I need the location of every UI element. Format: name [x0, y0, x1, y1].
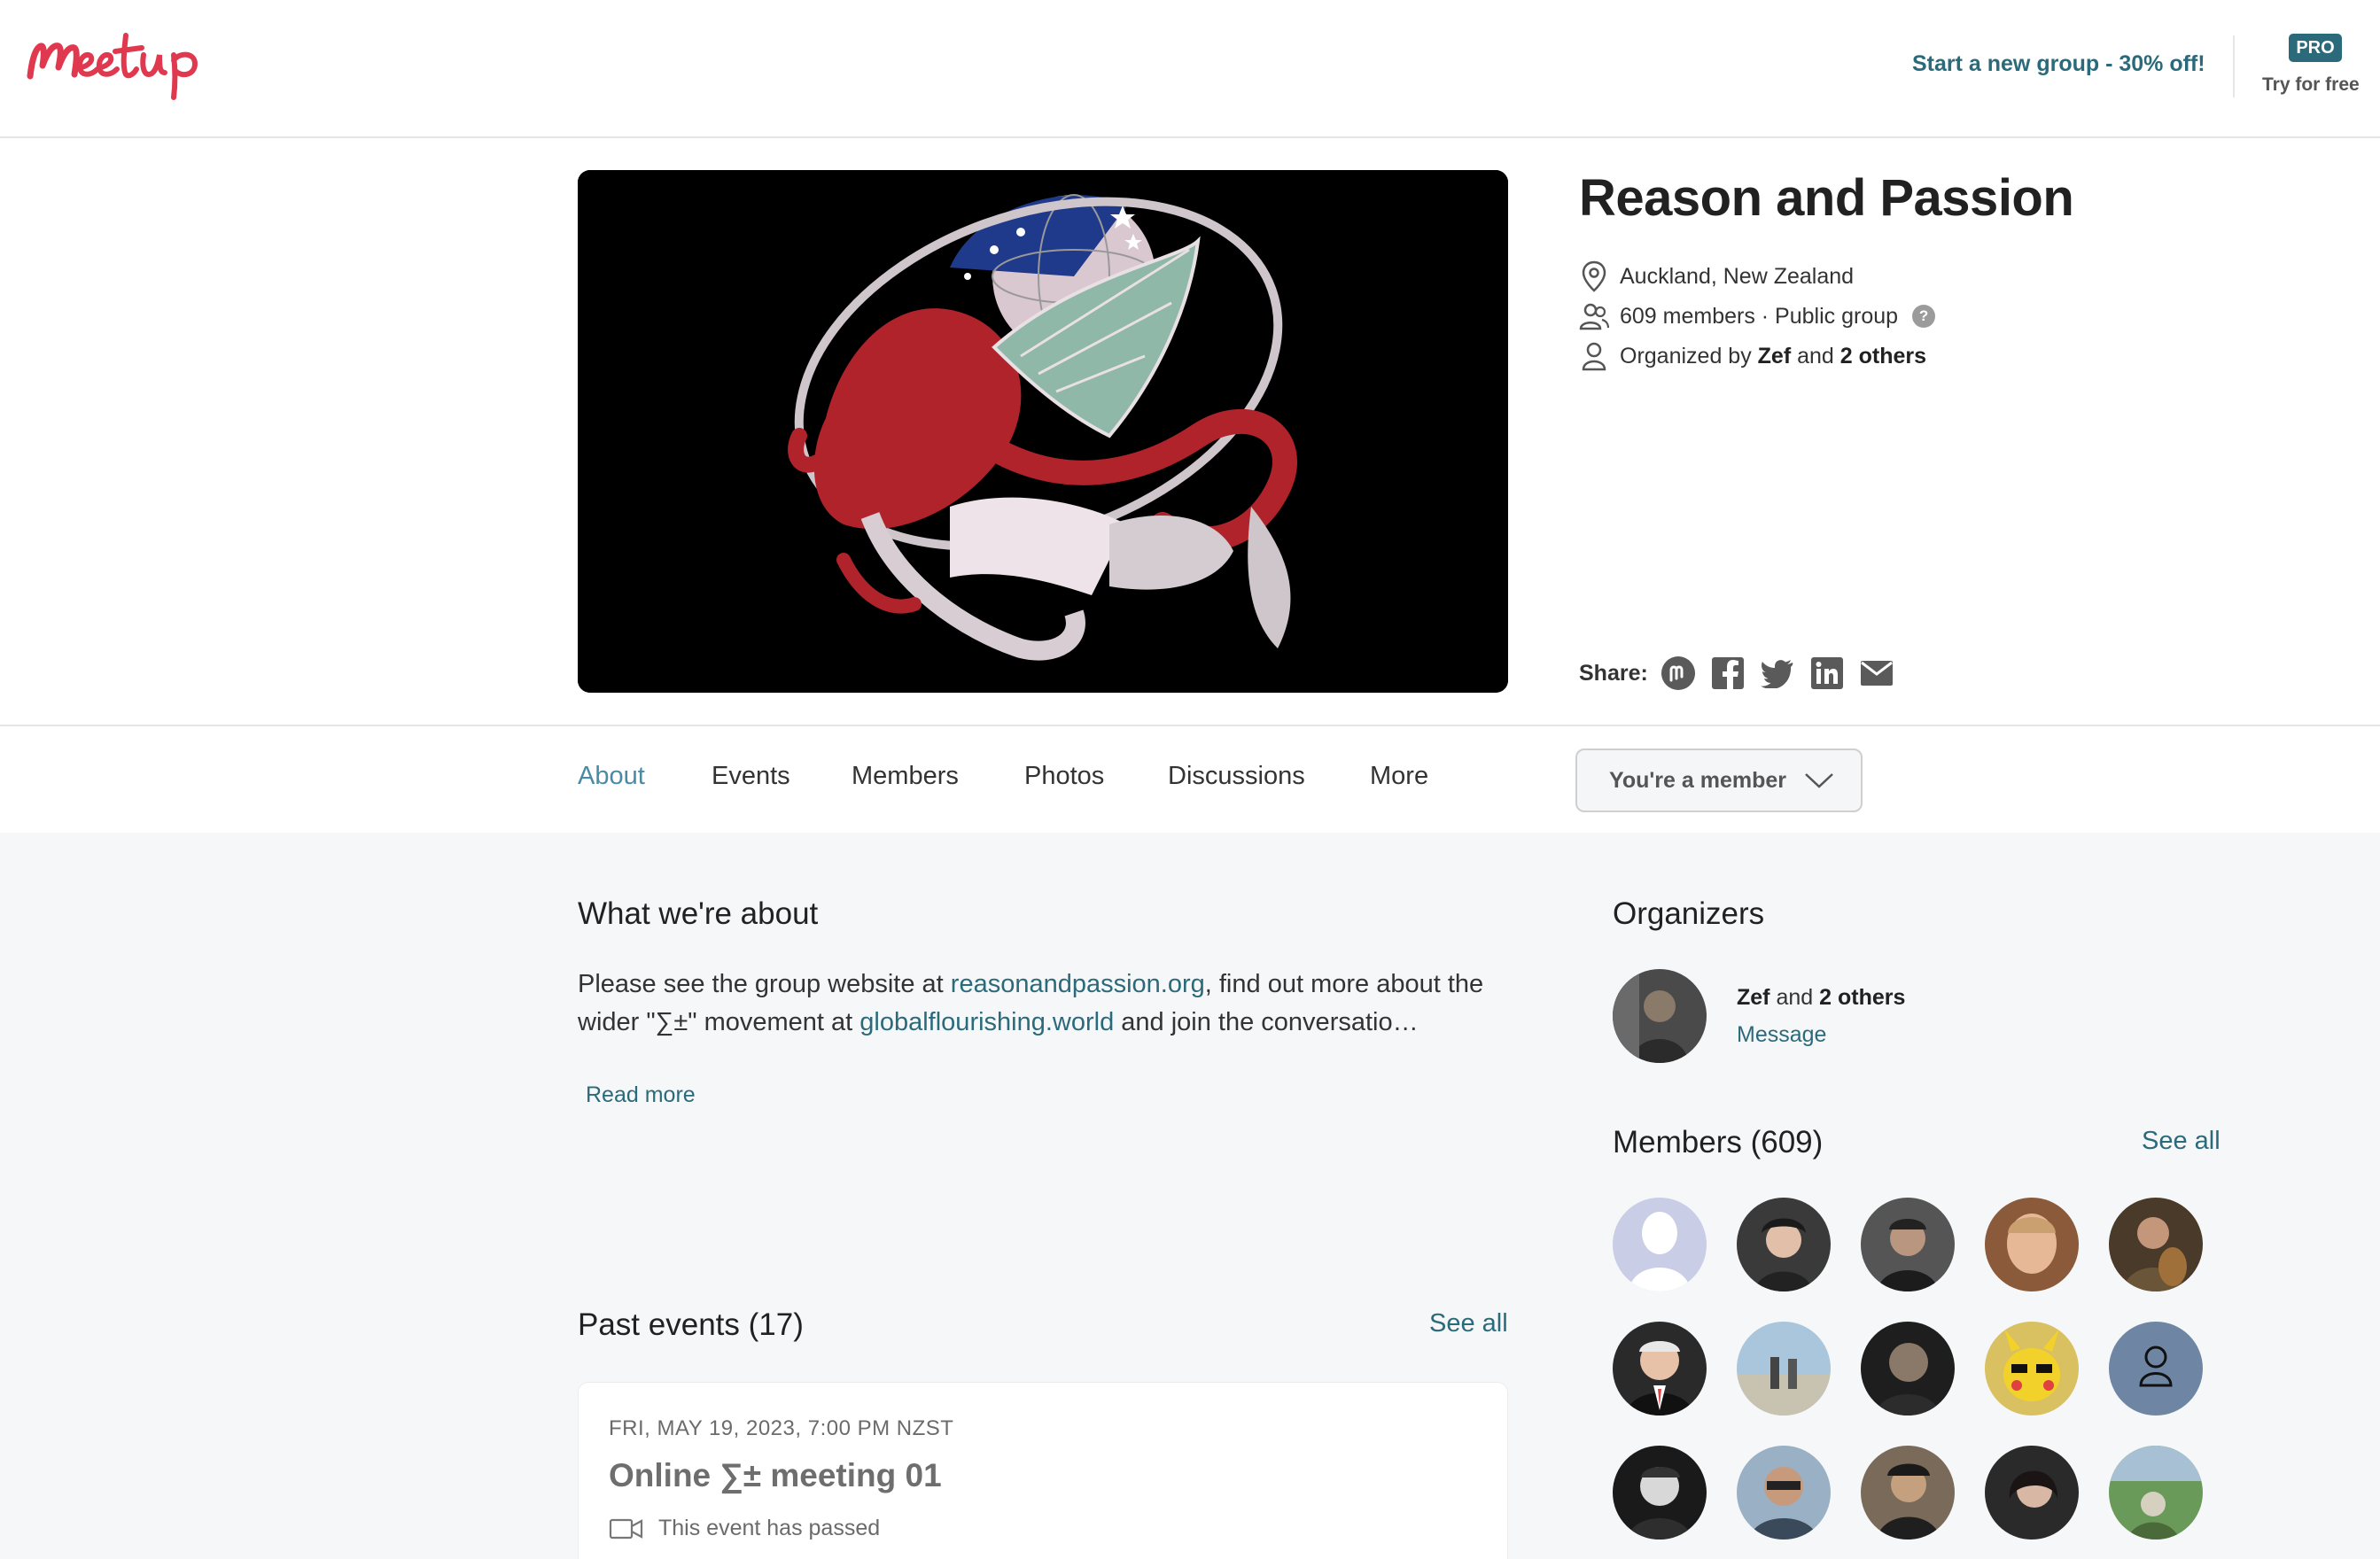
members-row: 609 members · Public group ? [1579, 300, 1936, 332]
members-title: Members (609) [1613, 1125, 1824, 1160]
member-avatar[interactable] [1613, 1198, 1707, 1291]
about-text-3: and join the conversatio… [1114, 1008, 1419, 1036]
pro-badge[interactable]: PRO [2289, 34, 2342, 62]
member-avatar[interactable] [1737, 1446, 1831, 1540]
share-bar: Share: [1579, 655, 1909, 691]
tab-members[interactable]: Members [852, 762, 959, 791]
share-label: Share: [1579, 660, 1648, 686]
meetup-icon[interactable] [1661, 655, 1696, 691]
member-avatar[interactable] [2109, 1198, 2203, 1291]
past-events-see-all[interactable]: See all [1429, 1309, 1508, 1338]
group-cover-image [578, 170, 1508, 693]
top-header: Start a new group - 30% off! PRO Try for… [0, 0, 2380, 138]
organizer-first-name[interactable]: Zef [1737, 985, 1770, 1010]
tab-photos[interactable]: Photos [1024, 762, 1104, 791]
event-date: FRI, MAY 19, 2023, 7:00 PM NZST [609, 1416, 954, 1440]
member-avatar[interactable] [1737, 1198, 1831, 1291]
organizer-name[interactable]: Zef [1758, 344, 1792, 369]
organized-by-row: Organized by Zef and 2 others [1579, 340, 1926, 372]
event-status: This event has passed [609, 1516, 880, 1541]
tab-more[interactable]: More [1370, 762, 1428, 791]
organizer-names: Zef and 2 others [1737, 985, 1905, 1011]
membership-label: You're a member [1609, 767, 1786, 793]
about-description: Please see the group website at reasonan… [578, 966, 1517, 1042]
start-group-promo-link[interactable]: Start a new group - 30% off! [1912, 51, 2205, 77]
try-for-free-link[interactable]: Try for free [2262, 74, 2360, 96]
organizer-others-link[interactable]: 2 others [1819, 985, 1905, 1010]
organized-by-prefix: Organized by [1620, 343, 1752, 368]
video-camera-icon [609, 1518, 643, 1539]
past-events-title: Past events (17) [578, 1307, 804, 1342]
organizer-others[interactable]: 2 others [1840, 344, 1926, 369]
location-row: Auckland, New Zealand [1579, 260, 1854, 292]
about-text-1: Please see the group website at [578, 970, 951, 998]
member-avatar[interactable] [1985, 1198, 2079, 1291]
twitter-icon[interactable] [1760, 655, 1795, 691]
reasonandpassion-link[interactable]: reasonandpassion.org [951, 970, 1205, 998]
chevron-down-icon [1805, 773, 1833, 788]
members-icon [1579, 300, 1609, 332]
tab-events[interactable]: Events [712, 762, 790, 791]
membership-dropdown-button[interactable]: You're a member [1575, 748, 1863, 812]
email-icon[interactable] [1859, 655, 1894, 691]
member-avatar[interactable] [1861, 1198, 1955, 1291]
members-count-text[interactable]: 609 members · Public group [1620, 304, 1898, 330]
member-avatar[interactable] [1985, 1446, 2079, 1540]
organizer-avatar[interactable] [1613, 969, 1707, 1063]
read-more-link[interactable]: Read more [586, 1082, 696, 1108]
help-icon[interactable]: ? [1912, 305, 1936, 328]
globalflourishing-link[interactable]: globalflourishing.world [859, 1008, 1114, 1036]
user-icon [1579, 340, 1609, 372]
organizer-and: and [1776, 985, 1814, 1010]
group-tabs-bar: About Events Members Photos Discussions … [0, 725, 2380, 833]
linkedin-icon[interactable] [1809, 655, 1845, 691]
tab-about[interactable]: About [578, 762, 645, 791]
map-pin-icon [1579, 260, 1609, 292]
member-avatar[interactable] [2109, 1446, 2203, 1540]
organizers-title: Organizers [1613, 896, 1765, 931]
member-avatar[interactable] [1613, 1322, 1707, 1416]
member-avatar[interactable] [1861, 1322, 1955, 1416]
message-organizer-link[interactable]: Message [1737, 1022, 1826, 1048]
member-default-avatar[interactable] [2109, 1322, 2203, 1416]
member-avatar[interactable] [1985, 1322, 2079, 1416]
member-avatar[interactable] [1613, 1446, 1707, 1540]
group-title: Reason and Passion [1579, 169, 2074, 227]
event-card[interactable]: FRI, MAY 19, 2023, 7:00 PM NZST Online ∑… [578, 1382, 1508, 1559]
group-location[interactable]: Auckland, New Zealand [1620, 264, 1854, 290]
tab-discussions[interactable]: Discussions [1168, 762, 1305, 791]
event-title[interactable]: Online ∑± meeting 01 [609, 1457, 942, 1494]
event-status-text: This event has passed [658, 1516, 881, 1540]
member-avatar[interactable] [1737, 1322, 1831, 1416]
meetup-logo[interactable] [23, 25, 218, 105]
organized-and: and [1797, 343, 1834, 368]
facebook-icon[interactable] [1710, 655, 1746, 691]
about-section-title: What we're about [578, 896, 819, 931]
header-divider [2233, 35, 2235, 97]
member-avatar[interactable] [1861, 1446, 1955, 1540]
members-see-all[interactable]: See all [2142, 1127, 2221, 1156]
